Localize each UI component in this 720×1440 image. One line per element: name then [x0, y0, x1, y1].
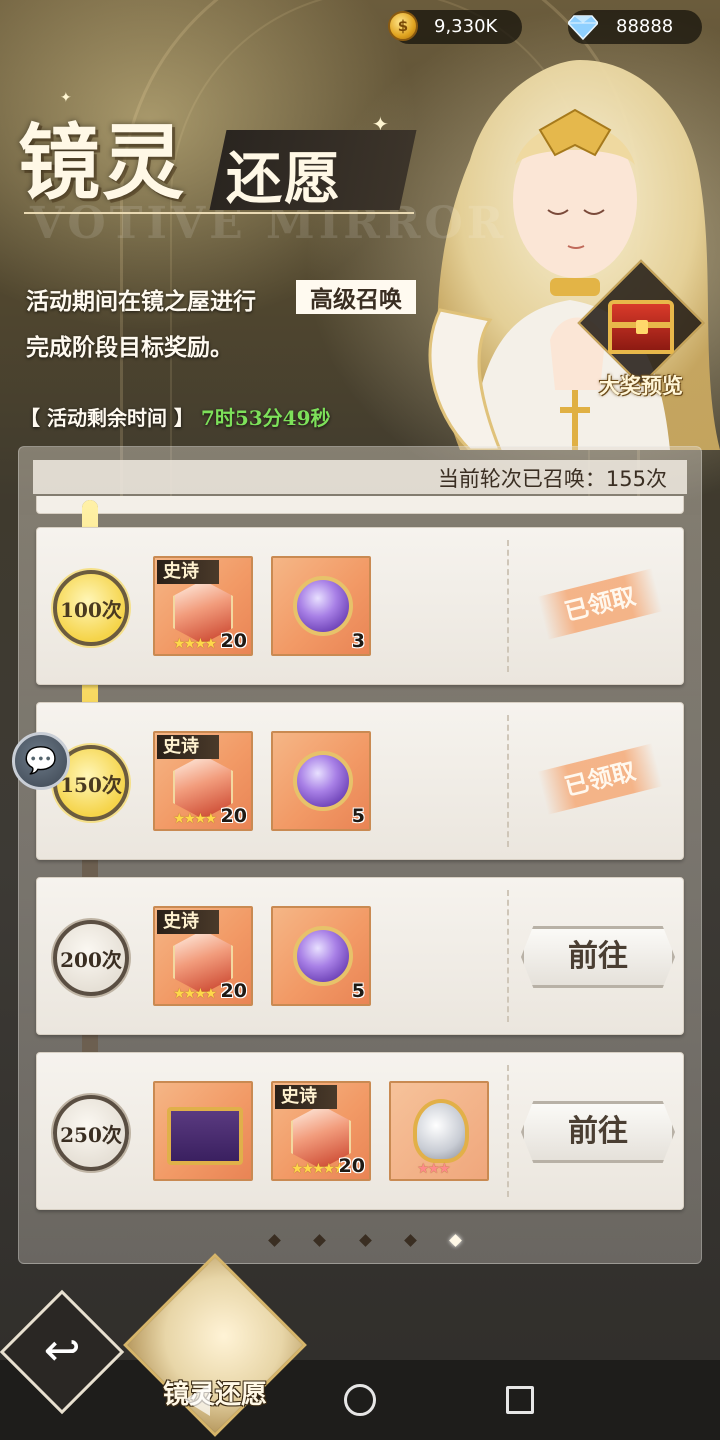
summon-orb-icon [293, 576, 353, 636]
chat-button[interactable]: 💬 [12, 732, 70, 790]
item-quantity: 20 [338, 1155, 365, 1177]
claimed-stamp: 已领取 [537, 568, 663, 640]
goto-button[interactable]: 前往 [521, 1101, 675, 1163]
summon-count-text: 当前轮次已召唤：155次 [437, 467, 667, 491]
gold-currency[interactable]: $ 9,330K [388, 10, 522, 44]
reward-item-orb[interactable]: 3 [271, 556, 371, 656]
event-title-main: 镜灵 [18, 115, 187, 211]
helmet-icon [413, 1099, 469, 1163]
timer-value: 7时53分49秒 [200, 406, 331, 430]
star-rating: ★★★★★ [291, 1161, 346, 1177]
description-line-2: 完成阶段目标奖励。 [26, 334, 233, 361]
reward-row: 100次 史诗 ★★★★ 20 3 已领取 [36, 527, 684, 685]
milestone-badge: 250次 [53, 1095, 129, 1171]
chat-bubble-icon: 💬 [24, 746, 58, 776]
nav-home-icon[interactable] [344, 1384, 376, 1416]
reward-item-epic-shard[interactable]: 史诗 ★★★★★ 20 [271, 1081, 371, 1181]
epic-tag: 史诗 [157, 560, 219, 584]
item-quantity: 3 [351, 630, 365, 652]
description-highlight: 高级召唤 [296, 280, 416, 314]
reward-item-epic-shard[interactable]: 史诗 ★★★★ 20 [153, 731, 253, 831]
title-underline [24, 212, 414, 214]
row-divider [507, 890, 509, 1022]
description-line-1: 活动期间在镜之屋进行 [26, 288, 256, 315]
timer-label: 【 活动剩余时间 】 [20, 406, 194, 430]
reward-item-chest[interactable] [153, 1081, 253, 1181]
coin-icon: $ [388, 11, 418, 41]
reward-item-orb[interactable]: 5 [271, 731, 371, 831]
row-divider [507, 715, 509, 847]
item-quantity: 20 [220, 630, 247, 652]
event-timer: 【 活动剩余时间 】 7时53分49秒 [20, 402, 331, 431]
chest-lock [636, 320, 648, 334]
reward-item-epic-shard[interactable]: 史诗 ★★★★ 20 [153, 556, 253, 656]
epic-tag: 史诗 [157, 735, 219, 759]
star-rating: ★★★★ [173, 636, 217, 652]
milestone-badge: 200次 [53, 920, 129, 996]
claimed-stamp: 已领取 [537, 743, 663, 815]
reward-row: 150次 史诗 ★★★★ 20 5 已领取 [36, 702, 684, 860]
back-arrow-icon[interactable]: ↩ [32, 1326, 92, 1376]
grand-prize-label: 大奖预览 [599, 373, 683, 398]
previous-row-edge [36, 496, 684, 514]
page-dot[interactable] [313, 1233, 327, 1247]
reward-item-epic-shard[interactable]: 史诗 ★★★★ 20 [153, 906, 253, 1006]
item-quantity: 5 [351, 980, 365, 1002]
nav-back-icon[interactable] [184, 1384, 210, 1416]
event-title-sub: 还愿 [226, 146, 342, 212]
nav-recent-apps-icon[interactable] [506, 1386, 534, 1414]
treasure-box-icon [167, 1107, 243, 1165]
item-quantity: 20 [220, 980, 247, 1002]
item-quantity: 20 [220, 805, 247, 827]
star-rating: ★★★ [417, 1161, 451, 1177]
star-rating: ★★★★ [173, 811, 217, 827]
gem-currency[interactable]: 88888 [568, 10, 702, 44]
page-indicator [268, 1230, 462, 1250]
grand-prize-preview-button[interactable]: 大奖预览 [577, 259, 705, 398]
star-rating: ★★★★ [173, 986, 217, 1002]
row-divider [507, 540, 509, 672]
page-dot[interactable] [268, 1233, 281, 1247]
reward-item-orb[interactable]: 5 [271, 906, 371, 1006]
summon-orb-icon [293, 926, 353, 986]
page-dot[interactable] [358, 1233, 372, 1247]
milestone-badge: 100次 [53, 570, 129, 646]
page-dot-active[interactable] [449, 1233, 462, 1247]
reward-row: 250次 史诗 ★★★★★ 20 ★★★ 前往 [36, 1052, 684, 1210]
summon-orb-icon [293, 751, 353, 811]
gem-amount: 88888 [616, 16, 674, 37]
item-quantity: 5 [351, 805, 365, 827]
diamond-icon [568, 15, 598, 40]
goto-button[interactable]: 前往 [521, 926, 675, 988]
epic-tag: 史诗 [157, 910, 219, 934]
reward-item-helmet[interactable]: ★★★ [389, 1081, 489, 1181]
epic-tag: 史诗 [275, 1085, 337, 1109]
gold-amount: 9,330K [434, 16, 498, 37]
event-portrait-button[interactable]: 镜灵还愿 [123, 1253, 307, 1440]
portrait-label: 镜灵还愿 [162, 1380, 267, 1410]
summon-counter-bar: 当前轮次已召唤：155次 [33, 460, 687, 494]
row-divider [507, 1065, 509, 1197]
reward-row: 200次 史诗 ★★★★ 20 5 前往 [36, 877, 684, 1035]
page-dot[interactable] [403, 1233, 417, 1247]
treasure-chest-icon [608, 300, 674, 354]
